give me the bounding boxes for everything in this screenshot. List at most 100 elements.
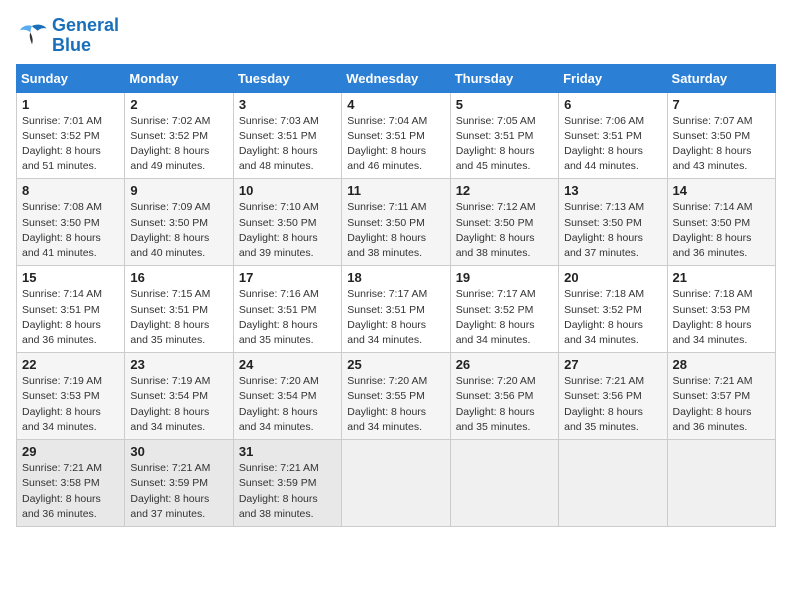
calendar-cell: 8Sunrise: 7:08 AMSunset: 3:50 PMDaylight…: [17, 179, 125, 266]
logo-line2: Blue: [52, 36, 119, 56]
day-number: 30: [130, 444, 227, 459]
calendar-table: SundayMondayTuesdayWednesdayThursdayFrid…: [16, 64, 776, 527]
calendar-cell: 25 Sunrise: 7:20 AMSunset: 3:55 PMDayligh…: [342, 353, 450, 440]
day-number: 19: [456, 270, 553, 285]
day-info: Sunrise: 7:14 AMSunset: 3:50 PMDaylight:…: [673, 200, 770, 261]
calendar-cell: 3 Sunrise: 7:03 AMSunset: 3:51 PMDaylight…: [233, 92, 341, 179]
weekday-header-friday: Friday: [559, 64, 667, 92]
day-info: Sunrise: 7:20 AMSunset: 3:54 PMDaylight:…: [239, 374, 336, 435]
day-info: Sunrise: 7:18 AMSunset: 3:53 PMDaylight:…: [673, 287, 770, 348]
weekday-header-saturday: Saturday: [667, 64, 775, 92]
calendar-week-3: 15Sunrise: 7:14 AMSunset: 3:51 PMDayligh…: [17, 266, 776, 353]
calendar-cell: 19 Sunrise: 7:17 AMSunset: 3:52 PMDayligh…: [450, 266, 558, 353]
day-number: 6: [564, 97, 661, 112]
day-info: Sunrise: 7:10 AMSunset: 3:50 PMDaylight:…: [239, 200, 336, 261]
day-info: Sunrise: 7:21 AMSunset: 3:59 PMDaylight:…: [130, 461, 227, 522]
calendar-cell: 1 Sunrise: 7:01 AMSunset: 3:52 PMDaylight…: [17, 92, 125, 179]
calendar-week-4: 22 Sunrise: 7:19 AMSunset: 3:53 PMDayligh…: [17, 353, 776, 440]
day-info: Sunrise: 7:16 AMSunset: 3:51 PMDaylight:…: [239, 287, 336, 348]
logo-line1: General: [52, 16, 119, 36]
calendar-cell: 11 Sunrise: 7:11 AMSunset: 3:50 PMDayligh…: [342, 179, 450, 266]
day-number: 14: [673, 183, 770, 198]
day-info: Sunrise: 7:20 AMSunset: 3:56 PMDaylight:…: [456, 374, 553, 435]
calendar-cell: 6 Sunrise: 7:06 AMSunset: 3:51 PMDaylight…: [559, 92, 667, 179]
day-number: 11: [347, 183, 444, 198]
day-number: 20: [564, 270, 661, 285]
day-info: Sunrise: 7:21 AMSunset: 3:58 PMDaylight:…: [22, 461, 119, 522]
calendar-cell: 12Sunrise: 7:12 AMSunset: 3:50 PMDayligh…: [450, 179, 558, 266]
calendar-cell: 7 Sunrise: 7:07 AMSunset: 3:50 PMDaylight…: [667, 92, 775, 179]
calendar-cell: 16Sunrise: 7:15 AMSunset: 3:51 PMDayligh…: [125, 266, 233, 353]
day-info: Sunrise: 7:19 AMSunset: 3:54 PMDaylight:…: [130, 374, 227, 435]
weekday-header-sunday: Sunday: [17, 64, 125, 92]
day-info: Sunrise: 7:21 AMSunset: 3:56 PMDaylight:…: [564, 374, 661, 435]
calendar-cell: 27 Sunrise: 7:21 AMSunset: 3:56 PMDayligh…: [559, 353, 667, 440]
day-info: Sunrise: 7:18 AMSunset: 3:52 PMDaylight:…: [564, 287, 661, 348]
day-number: 3: [239, 97, 336, 112]
day-info: Sunrise: 7:06 AMSunset: 3:51 PMDaylight:…: [564, 114, 661, 175]
day-info: Sunrise: 7:08 AMSunset: 3:50 PMDaylight:…: [22, 200, 119, 261]
calendar-cell: [667, 440, 775, 527]
day-info: Sunrise: 7:17 AMSunset: 3:51 PMDaylight:…: [347, 287, 444, 348]
day-number: 2: [130, 97, 227, 112]
weekday-header-thursday: Thursday: [450, 64, 558, 92]
day-info: Sunrise: 7:12 AMSunset: 3:50 PMDaylight:…: [456, 200, 553, 261]
logo-text: General Blue: [52, 16, 119, 56]
calendar-cell: 17Sunrise: 7:16 AMSunset: 3:51 PMDayligh…: [233, 266, 341, 353]
day-number: 26: [456, 357, 553, 372]
calendar-cell: 23 Sunrise: 7:19 AMSunset: 3:54 PMDayligh…: [125, 353, 233, 440]
calendar-cell: 30 Sunrise: 7:21 AMSunset: 3:59 PMDayligh…: [125, 440, 233, 527]
calendar-cell: [342, 440, 450, 527]
day-number: 13: [564, 183, 661, 198]
day-number: 27: [564, 357, 661, 372]
day-number: 24: [239, 357, 336, 372]
logo-bird-icon: [16, 22, 48, 50]
calendar-week-1: 1 Sunrise: 7:01 AMSunset: 3:52 PMDaylight…: [17, 92, 776, 179]
day-info: Sunrise: 7:05 AMSunset: 3:51 PMDaylight:…: [456, 114, 553, 175]
calendar-cell: 4 Sunrise: 7:04 AMSunset: 3:51 PMDaylight…: [342, 92, 450, 179]
page-header: General Blue: [16, 16, 776, 56]
day-number: 10: [239, 183, 336, 198]
weekday-header-row: SundayMondayTuesdayWednesdayThursdayFrid…: [17, 64, 776, 92]
calendar-cell: 24 Sunrise: 7:20 AMSunset: 3:54 PMDayligh…: [233, 353, 341, 440]
day-info: Sunrise: 7:20 AMSunset: 3:55 PMDaylight:…: [347, 374, 444, 435]
calendar-cell: 2 Sunrise: 7:02 AMSunset: 3:52 PMDaylight…: [125, 92, 233, 179]
day-number: 23: [130, 357, 227, 372]
day-number: 7: [673, 97, 770, 112]
calendar-week-2: 8Sunrise: 7:08 AMSunset: 3:50 PMDaylight…: [17, 179, 776, 266]
day-info: Sunrise: 7:04 AMSunset: 3:51 PMDaylight:…: [347, 114, 444, 175]
day-number: 28: [673, 357, 770, 372]
calendar-cell: 10 Sunrise: 7:10 AMSunset: 3:50 PMDayligh…: [233, 179, 341, 266]
calendar-cell: 20 Sunrise: 7:18 AMSunset: 3:52 PMDayligh…: [559, 266, 667, 353]
calendar-cell: 5Sunrise: 7:05 AMSunset: 3:51 PMDaylight…: [450, 92, 558, 179]
calendar-cell: [450, 440, 558, 527]
day-info: Sunrise: 7:09 AMSunset: 3:50 PMDaylight:…: [130, 200, 227, 261]
day-number: 22: [22, 357, 119, 372]
calendar-cell: 13 Sunrise: 7:13 AMSunset: 3:50 PMDayligh…: [559, 179, 667, 266]
day-info: Sunrise: 7:21 AMSunset: 3:59 PMDaylight:…: [239, 461, 336, 522]
day-number: 9: [130, 183, 227, 198]
day-number: 1: [22, 97, 119, 112]
day-number: 15: [22, 270, 119, 285]
day-number: 29: [22, 444, 119, 459]
day-number: 25: [347, 357, 444, 372]
day-info: Sunrise: 7:01 AMSunset: 3:52 PMDaylight:…: [22, 114, 119, 175]
day-number: 21: [673, 270, 770, 285]
calendar-cell: 29 Sunrise: 7:21 AMSunset: 3:58 PMDayligh…: [17, 440, 125, 527]
calendar-cell: 22 Sunrise: 7:19 AMSunset: 3:53 PMDayligh…: [17, 353, 125, 440]
day-number: 4: [347, 97, 444, 112]
calendar-cell: 15Sunrise: 7:14 AMSunset: 3:51 PMDayligh…: [17, 266, 125, 353]
day-info: Sunrise: 7:13 AMSunset: 3:50 PMDaylight:…: [564, 200, 661, 261]
day-number: 31: [239, 444, 336, 459]
day-info: Sunrise: 7:07 AMSunset: 3:50 PMDaylight:…: [673, 114, 770, 175]
day-info: Sunrise: 7:02 AMSunset: 3:52 PMDaylight:…: [130, 114, 227, 175]
logo: General Blue: [16, 16, 119, 56]
day-info: Sunrise: 7:03 AMSunset: 3:51 PMDaylight:…: [239, 114, 336, 175]
day-info: Sunrise: 7:19 AMSunset: 3:53 PMDaylight:…: [22, 374, 119, 435]
day-number: 16: [130, 270, 227, 285]
day-info: Sunrise: 7:17 AMSunset: 3:52 PMDaylight:…: [456, 287, 553, 348]
calendar-cell: 28Sunrise: 7:21 AMSunset: 3:57 PMDayligh…: [667, 353, 775, 440]
calendar-cell: 18Sunrise: 7:17 AMSunset: 3:51 PMDayligh…: [342, 266, 450, 353]
weekday-header-monday: Monday: [125, 64, 233, 92]
day-info: Sunrise: 7:11 AMSunset: 3:50 PMDaylight:…: [347, 200, 444, 261]
